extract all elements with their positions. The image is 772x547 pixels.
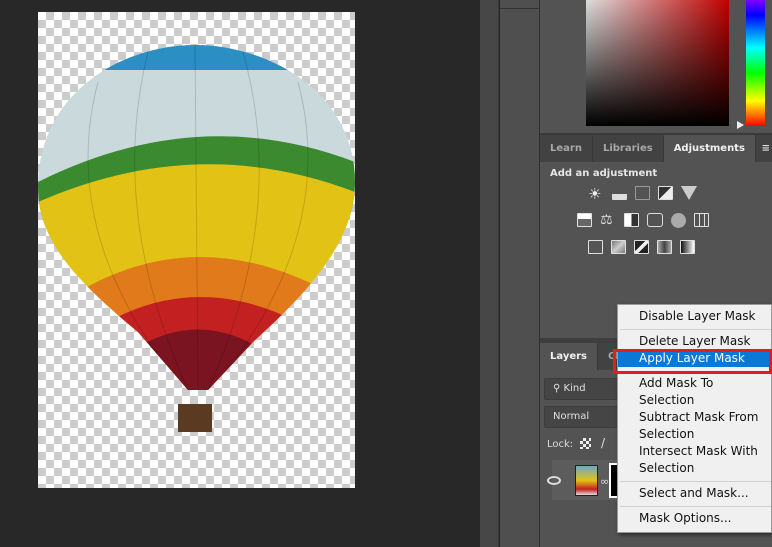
menu-item-mask-options[interactable]: Mask Options... — [618, 510, 771, 527]
posterize-icon[interactable] — [611, 240, 626, 254]
lock-paint-brush-icon[interactable]: / — [601, 436, 605, 450]
exposure-icon[interactable] — [658, 186, 673, 200]
adjustment-icons-row-3 — [588, 240, 695, 254]
menu-separator — [620, 481, 771, 482]
hue-slider-handle[interactable] — [737, 121, 744, 129]
layer-mask-context-menu: Disable Layer Mask Delete Layer Mask App… — [617, 304, 772, 533]
menu-item-delete-layer-mask[interactable]: Delete Layer Mask — [618, 333, 771, 350]
tab-learn[interactable]: Learn — [540, 135, 593, 162]
adjustments-tabs: Learn Libraries Adjustments ≡ — [540, 135, 772, 162]
layer-filter-kind[interactable]: ⚲ Kind — [544, 378, 624, 400]
tab-layers[interactable]: Layers — [540, 343, 598, 370]
curves-icon[interactable] — [635, 186, 650, 200]
menu-separator — [620, 329, 771, 330]
hue-slider[interactable] — [746, 0, 765, 126]
lock-label: Lock: — [547, 439, 574, 450]
hue-saturation-icon[interactable] — [577, 213, 592, 227]
annotation-highlight-box — [613, 349, 772, 374]
panel-dock-collapsed — [480, 0, 499, 547]
balloon-basket — [178, 404, 212, 432]
menu-item-disable-layer-mask[interactable]: Disable Layer Mask — [618, 308, 771, 325]
adjustments-title: Add an adjustment — [550, 168, 658, 179]
invert-icon[interactable] — [588, 240, 603, 254]
color-balance-icon[interactable]: ⚖ — [600, 213, 616, 228]
panel-dock-icons — [500, 0, 540, 547]
black-white-icon[interactable] — [624, 213, 639, 227]
channel-mixer-icon[interactable] — [671, 213, 686, 228]
levels-icon[interactable] — [612, 186, 627, 200]
menu-item-subtract-mask-from-selection[interactable]: Subtract Mask From Selection — [618, 409, 771, 443]
hot-air-balloon-image — [38, 45, 355, 432]
menu-separator — [620, 506, 771, 507]
search-icon: ⚲ — [553, 383, 564, 394]
selective-color-icon[interactable] — [657, 240, 672, 254]
color-picker-field[interactable] — [586, 0, 729, 126]
adjustment-icons-row-2: ⚖ — [577, 213, 709, 228]
color-lookup-icon[interactable] — [694, 213, 709, 227]
gradient-map-icon[interactable] — [680, 240, 695, 254]
vibrance-icon[interactable] — [681, 186, 697, 200]
tab-libraries[interactable]: Libraries — [593, 135, 664, 162]
photo-filter-icon[interactable] — [647, 213, 663, 227]
adjustment-icons-row-1: ☀ — [588, 186, 697, 202]
threshold-icon[interactable] — [634, 240, 649, 254]
visibility-eye-icon[interactable] — [547, 476, 561, 485]
tab-adjustments[interactable]: Adjustments — [663, 135, 756, 162]
menu-item-select-and-mask[interactable]: Select and Mask... — [618, 485, 771, 502]
layer-thumbnail[interactable] — [575, 465, 598, 496]
hamburger-icon[interactable]: ≡ — [762, 135, 772, 162]
adjustments-panel: Learn Libraries Adjustments ≡ — [540, 133, 772, 162]
menu-item-add-mask-to-selection[interactable]: Add Mask To Selection — [618, 375, 771, 409]
lock-transparency-icon[interactable] — [580, 438, 591, 449]
menu-item-intersect-mask-with-selection[interactable]: Intersect Mask With Selection — [618, 443, 771, 477]
link-chain-icon[interactable]: ∞ — [600, 475, 609, 488]
blend-mode-value: Normal — [553, 411, 590, 422]
filter-kind-label: Kind — [563, 383, 586, 394]
blend-mode-select[interactable]: Normal — [544, 406, 624, 428]
brightness-contrast-icon[interactable]: ☀ — [588, 186, 604, 202]
document-canvas[interactable] — [38, 12, 355, 488]
